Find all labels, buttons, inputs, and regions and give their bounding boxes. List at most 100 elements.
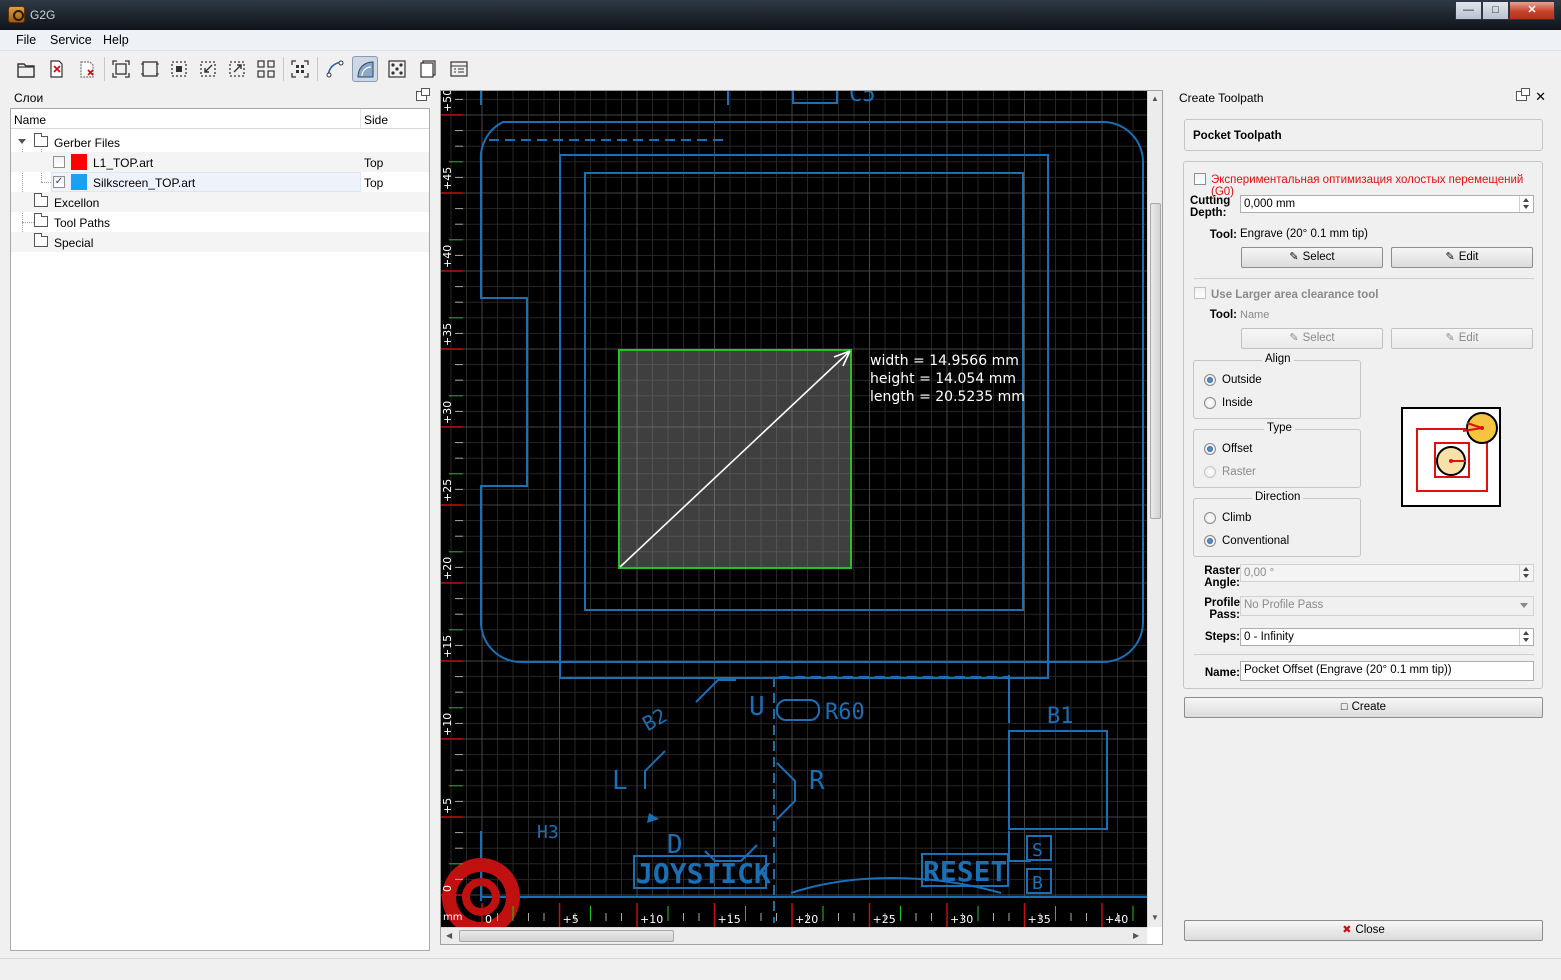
close-button[interactable]: ✖ Close	[1184, 920, 1543, 941]
edit-tool2-button[interactable]: ✎ Edit	[1391, 328, 1533, 349]
spinner-icon[interactable]	[1519, 196, 1533, 212]
vertical-scroll-thumb[interactable]	[1150, 203, 1161, 519]
x-tick-label: +5	[563, 913, 579, 926]
toolpath-preview	[1401, 407, 1501, 507]
zoom-out-button[interactable]	[224, 56, 250, 82]
delete-button[interactable]	[74, 56, 100, 82]
exp-optimization-checkbox[interactable]	[1194, 173, 1206, 185]
x-tick-label: +25	[873, 913, 896, 926]
layer-color-swatch[interactable]	[71, 174, 87, 190]
svg-text:JOYSTICK: JOYSTICK	[636, 857, 771, 890]
close-panel-icon[interactable]: ✕	[1535, 89, 1546, 105]
steps-input[interactable]: 0 - Infinity	[1240, 628, 1534, 646]
type-offset-radio[interactable]	[1204, 443, 1216, 455]
close-file-button[interactable]	[43, 56, 69, 82]
folder-icon	[34, 233, 48, 247]
measure-height: height = 14.054 mm	[870, 371, 1016, 387]
zoom-to-page-button[interactable]	[137, 56, 163, 82]
zoom-100-button[interactable]	[253, 56, 279, 82]
scroll-down-icon[interactable]: ▼	[1151, 913, 1159, 922]
zoom-in-button[interactable]	[195, 56, 221, 82]
edit-tool-button[interactable]: ✎ Edit	[1391, 247, 1533, 268]
open-icon	[17, 63, 35, 78]
zoom-selection-button[interactable]	[166, 56, 192, 82]
scroll-up-icon[interactable]: ▲	[1151, 94, 1159, 103]
pcb-canvas[interactable]: C5 B2 U R60 B1 L R H3 D JOYSTICK RESET S…	[441, 82, 1165, 936]
spinner-icon[interactable]	[1519, 629, 1533, 645]
x-tick-label: +20	[795, 913, 818, 926]
scroll-left-icon[interactable]: ◀	[446, 931, 452, 940]
layer-color-swatch[interactable]	[71, 154, 87, 170]
y-tick-label: +30	[441, 401, 454, 424]
zoom-to-page-icon	[141, 61, 159, 77]
zoom-fit-icon	[112, 60, 130, 78]
tree-item-silkscreen-top[interactable]: ✓ Silkscreen_TOP.art Top	[11, 172, 429, 192]
direction-title: Direction	[1252, 491, 1304, 503]
wand-icon: ✎	[1289, 251, 1299, 263]
profile-pass-select[interactable]: No Profile Pass	[1240, 596, 1534, 616]
type-raster-radio[interactable]	[1204, 466, 1216, 478]
direction-group: Direction Climb Conventional	[1193, 491, 1361, 557]
float-panel-icon[interactable]	[416, 88, 430, 101]
float-panel-icon[interactable]	[1516, 88, 1530, 101]
toolpath-list-button[interactable]	[446, 56, 472, 82]
pcb-view[interactable]: C5 B2 U R60 B1 L R H3 D JOYSTICK RESET S…	[441, 82, 1165, 936]
tree-item-tool-paths[interactable]: Tool Paths	[11, 212, 429, 232]
close-circle-icon: ✖	[1342, 924, 1352, 936]
tree-item-l1-top[interactable]: L1_TOP.art Top	[11, 152, 429, 172]
select-all-icon	[291, 60, 309, 78]
tool-label: Tool:	[1209, 229, 1237, 241]
tree-item-gerber-files[interactable]: Gerber Files	[11, 132, 429, 152]
layers-panel-title: Слои	[14, 91, 44, 105]
toolpath-heading: Pocket Toolpath	[1193, 130, 1282, 142]
raster-angle-input[interactable]: 0,00 °	[1240, 564, 1534, 582]
close-window-button[interactable]: ✕	[1509, 1, 1555, 20]
direction-climb-radio[interactable]	[1204, 512, 1216, 524]
maximize-button[interactable]: □	[1482, 1, 1509, 20]
create-toolpath-panel: Pocket Toolpath Экспериментальная оптими…	[1175, 108, 1552, 951]
align-inside-label: Inside	[1222, 397, 1253, 409]
y-tick-label: +10	[441, 713, 454, 736]
tree-item-excellon[interactable]: Excellon	[11, 192, 429, 212]
zoom-fit-button[interactable]	[108, 56, 134, 82]
horizontal-scrollbar[interactable]: ◀ ▶	[441, 927, 1147, 944]
window-title: G2G	[30, 8, 56, 22]
scroll-right-icon[interactable]: ▶	[1133, 931, 1139, 940]
column-side[interactable]: Side	[361, 109, 429, 129]
menu-file[interactable]: File	[16, 33, 36, 47]
select-tool2-button[interactable]: ✎ Select	[1241, 328, 1383, 349]
tree-item-special[interactable]: Special	[11, 232, 429, 252]
select-tool-button[interactable]: ✎ Select	[1241, 247, 1383, 268]
title-bar: G2G — □ ✕	[0, 0, 1561, 30]
menu-service[interactable]: Service	[50, 33, 92, 47]
minimize-button[interactable]: —	[1455, 1, 1482, 20]
tool-value: Engrave (20° 0.1 mm tip)	[1240, 228, 1368, 240]
toolpath-name-input[interactable]: Pocket Offset (Engrave (20° 0.1 mm tip))	[1240, 661, 1534, 681]
x-tick-label: +30	[950, 913, 973, 926]
column-name[interactable]: Name	[11, 109, 361, 129]
layer-visibility-checkbox[interactable]	[53, 156, 65, 168]
menu-help[interactable]: Help	[103, 33, 129, 47]
vertical-scrollbar[interactable]: ▲ ▼	[1147, 91, 1162, 927]
larger-area-checkbox[interactable]	[1194, 287, 1206, 299]
profile-toolpath-button[interactable]	[322, 56, 348, 82]
layer-visibility-checkbox[interactable]: ✓	[53, 176, 65, 188]
spinner-icon[interactable]	[1519, 565, 1533, 581]
toolbar	[0, 51, 1561, 86]
horizontal-scroll-thumb[interactable]	[459, 930, 674, 942]
align-outside-radio[interactable]	[1204, 374, 1216, 386]
select-all-button[interactable]	[287, 56, 313, 82]
drilling-button[interactable]	[384, 56, 410, 82]
material-setup-button[interactable]	[415, 56, 441, 82]
align-inside-radio[interactable]	[1204, 397, 1216, 409]
x-tick-label: +15	[718, 913, 741, 926]
steps-label: Steps:	[1204, 631, 1240, 643]
direction-conventional-label: Conventional	[1222, 535, 1290, 547]
expand-arrow-icon[interactable]	[18, 139, 26, 144]
cutting-depth-input[interactable]: 0,000 mm	[1240, 195, 1534, 213]
pocket-toolpath-button[interactable]	[352, 56, 378, 82]
open-button[interactable]	[13, 56, 39, 82]
measure-length: length = 20.5235 mm	[870, 389, 1025, 405]
create-button[interactable]: □ Create	[1184, 697, 1543, 718]
direction-conventional-radio[interactable]	[1204, 535, 1216, 547]
